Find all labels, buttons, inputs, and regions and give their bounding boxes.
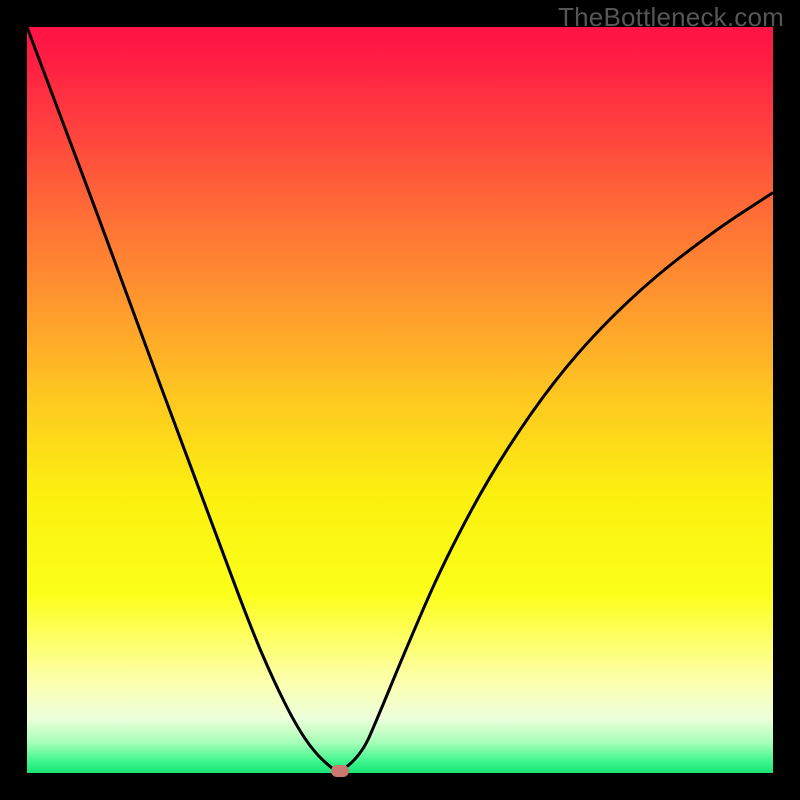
chart-container: TheBottleneck.com	[0, 0, 800, 800]
plot-area	[27, 27, 773, 773]
chart-svg	[27, 27, 773, 773]
minimum-marker	[331, 765, 349, 777]
